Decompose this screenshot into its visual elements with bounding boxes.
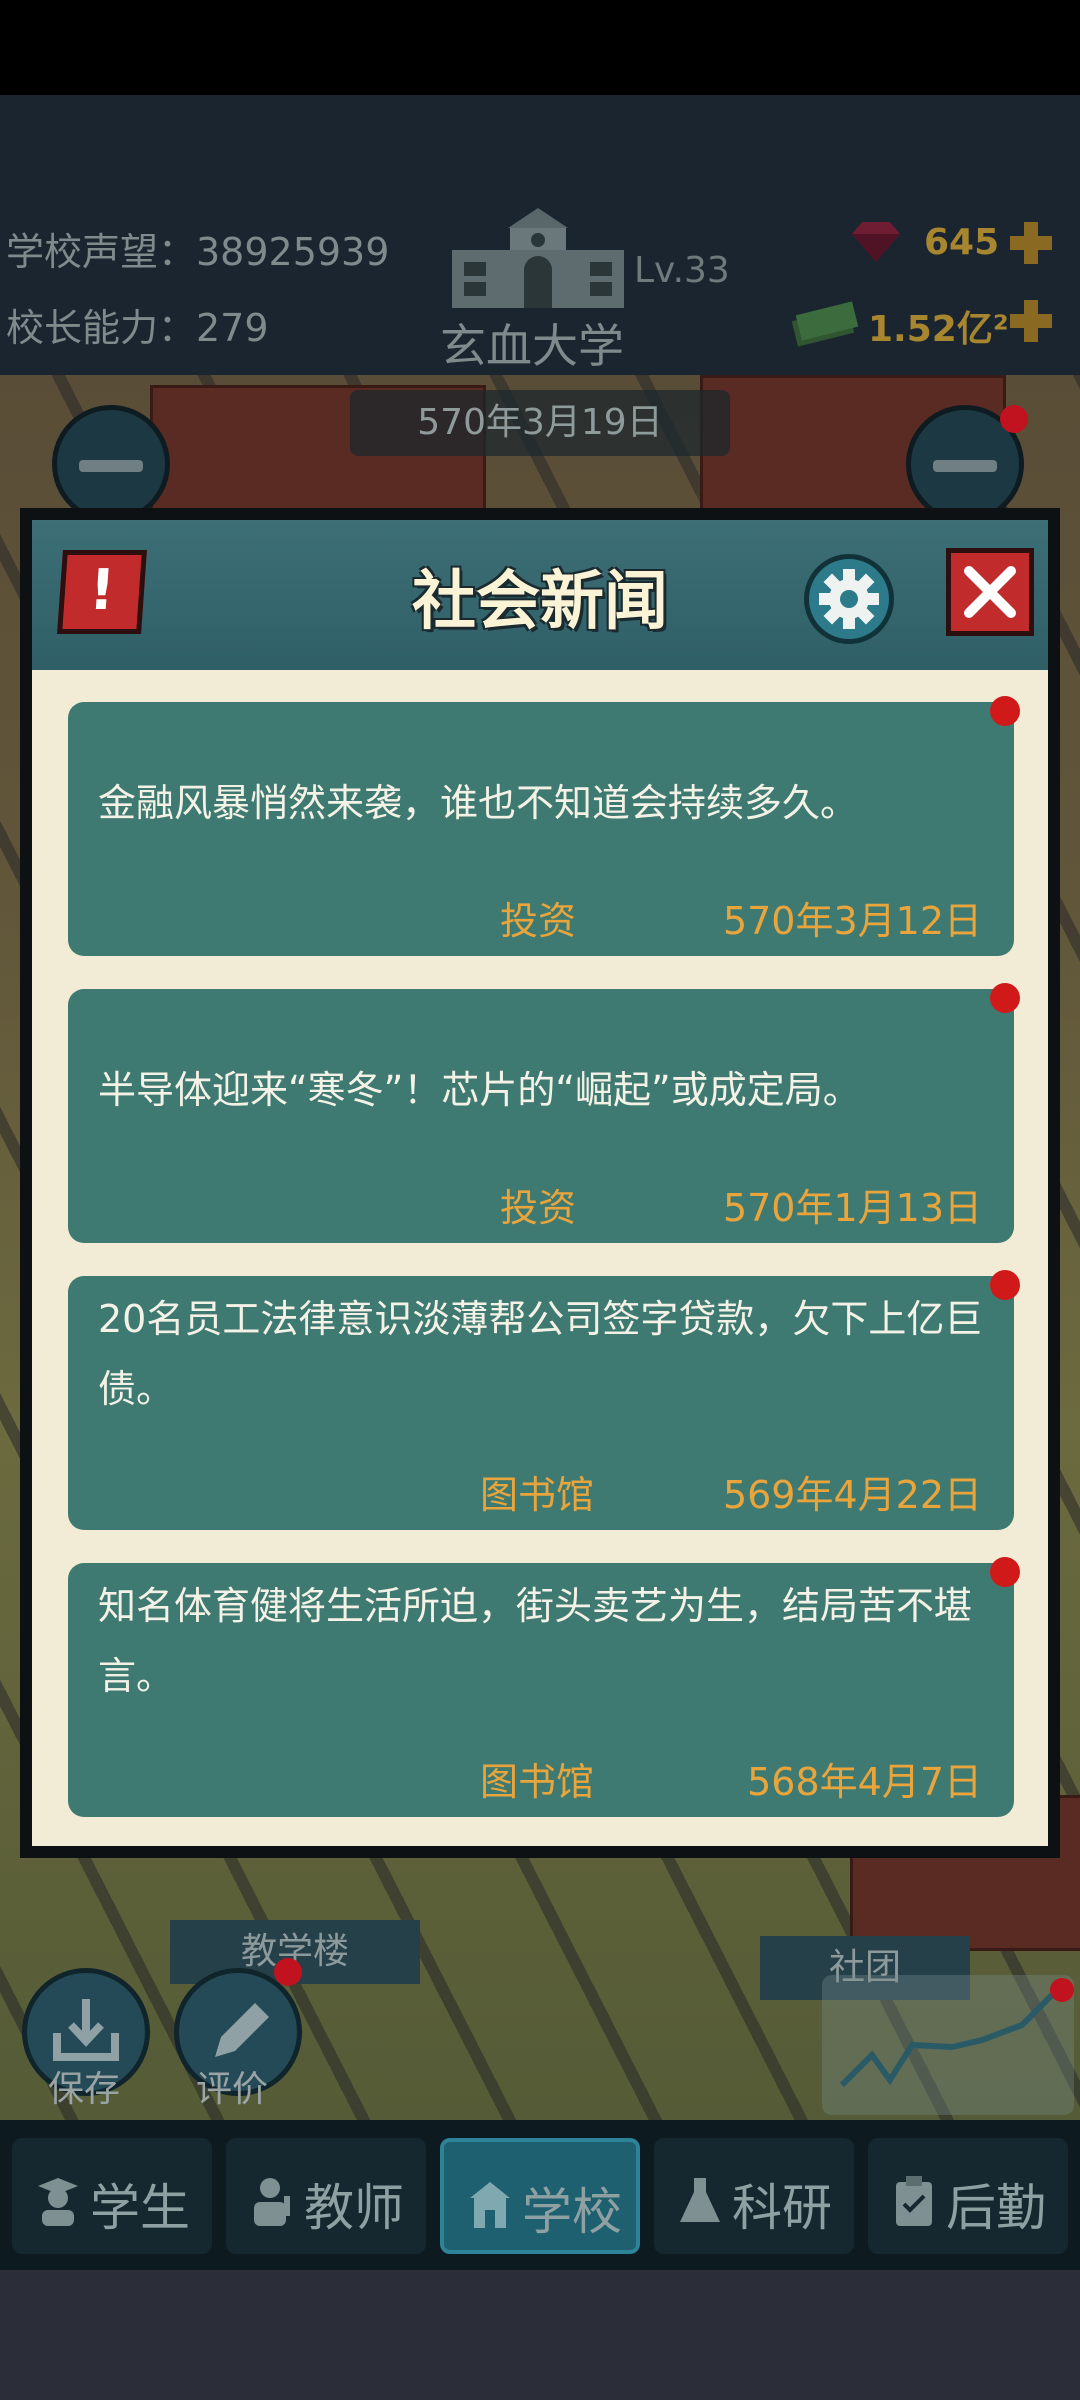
school-icon	[470, 2182, 510, 2228]
tab-school[interactable]: 学校	[440, 2138, 640, 2254]
tab-logistics[interactable]: 后勤	[868, 2138, 1068, 2254]
tab-teachers-label: 教师	[304, 2179, 404, 2237]
news-headline: 20名员工法律意识淡薄帮公司签字贷款，欠下上亿巨债。	[98, 1297, 983, 1411]
news-card[interactable]: 20名员工法律意识淡薄帮公司签字贷款，欠下上亿巨债。 图书馆 569年4月22日	[68, 1270, 1020, 1530]
news-date: 569年4月22日	[722, 1473, 982, 1517]
social-news-dialog: ! 社会新闻 金融风暴悄然来袭，谁也不知道会持续多久。 投资 570年3月12日…	[20, 508, 1060, 1858]
review-notification-dot	[274, 1958, 302, 1986]
notification-dot	[1000, 405, 1028, 433]
close-icon	[964, 566, 1016, 618]
tab-students[interactable]: 学生	[12, 2138, 212, 2254]
add-money-icon[interactable]	[1006, 296, 1056, 346]
settings-button[interactable]	[804, 554, 894, 644]
school-level: Lv.33	[634, 250, 730, 291]
unread-dot	[990, 696, 1020, 726]
news-headline: 金融风暴悄然来袭，谁也不知道会持续多久。	[98, 781, 859, 825]
zoom-out-button[interactable]	[52, 405, 170, 523]
gem-count: 645	[924, 222, 1000, 263]
tab-teachers[interactable]: 教师	[226, 2138, 426, 2254]
news-category: 投资	[500, 1186, 577, 1230]
news-date: 570年3月12日	[722, 899, 982, 943]
school-name: 玄血大学	[440, 319, 624, 373]
news-card[interactable]: 半导体迎来“寒冬”！芯片的“崛起”或成定局。 投资 570年1月13日	[68, 983, 1020, 1243]
unread-dot	[990, 983, 1020, 1013]
review-label: 评价	[196, 2069, 269, 2110]
save-label: 保存	[48, 2069, 121, 2110]
dialog-header: ! 社会新闻	[32, 520, 1048, 670]
status-bar	[0, 0, 1080, 95]
news-card[interactable]: 知名体育健将生活所迫，街头卖艺为生，结局苦不堪言。 图书馆 568年4月7日	[68, 1557, 1020, 1817]
tab-students-label: 学生	[90, 2179, 190, 2237]
news-headline: 半导体迎来“寒冬”！芯片的“崛起”或成定局。	[98, 1068, 861, 1112]
gear-icon	[819, 569, 879, 629]
trend-minichart[interactable]	[822, 1975, 1074, 2115]
teacher-icon	[254, 2178, 290, 2226]
bottom-nav: 学生 教师 学校 科研 后勤	[0, 2120, 1080, 2270]
news-card[interactable]: 金融风暴悄然来袭，谁也不知道会持续多久。 投资 570年3月12日	[68, 696, 1020, 956]
game-date: 570年3月19日	[350, 390, 730, 456]
news-date: 568年4月7日	[747, 1760, 982, 1804]
tab-logistics-label: 后勤	[946, 2179, 1046, 2237]
dialog-title: 社会新闻	[412, 565, 668, 639]
school-building-icon	[452, 208, 624, 308]
tab-school-label: 学校	[522, 2183, 622, 2241]
student-icon	[38, 2178, 78, 2226]
clipboard-icon	[896, 2176, 932, 2226]
money-count: 1.52亿²	[868, 309, 1009, 350]
gem-icon	[852, 222, 900, 262]
close-button[interactable]	[946, 548, 1034, 636]
add-gems-icon[interactable]	[1006, 218, 1056, 268]
reputation-label: 学校声望：38925939	[6, 230, 390, 274]
news-category: 图书馆	[480, 1760, 595, 1804]
ability-label: 校长能力：279	[6, 306, 269, 350]
news-category: 图书馆	[480, 1473, 595, 1517]
news-headline: 知名体育健将生活所迫，街头卖艺为生，结局苦不堪言。	[98, 1584, 973, 1698]
cash-icon	[791, 301, 858, 347]
flask-icon	[680, 2178, 720, 2222]
trend-line-icon	[839, 1978, 1074, 2088]
news-category: 投资	[500, 899, 577, 943]
tab-research-label: 科研	[732, 2179, 832, 2237]
tab-research[interactable]: 科研	[654, 2138, 854, 2254]
system-nav-bar	[0, 2270, 1080, 2400]
news-date: 570年1月13日	[722, 1186, 982, 1230]
